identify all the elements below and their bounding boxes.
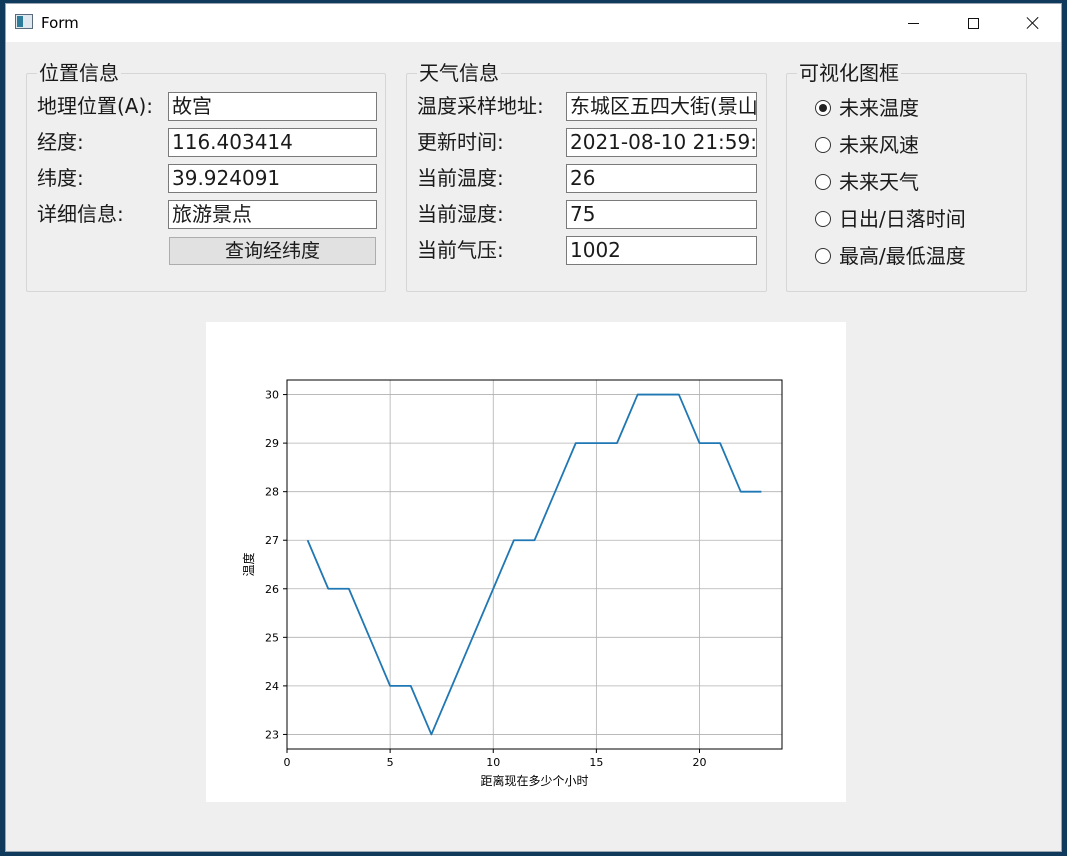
radio-sunrise-sunset[interactable]: 日出/日落时间	[815, 206, 966, 232]
radio-selected-icon	[815, 100, 831, 116]
plot-frame	[286, 379, 783, 750]
minimize-icon	[907, 22, 919, 24]
y-tick-label: 26	[265, 583, 279, 596]
radio-label: 最高/最低温度	[839, 244, 966, 268]
radio-label: 未来天气	[839, 170, 919, 194]
maximize-icon	[967, 17, 979, 29]
radio-label: 未来风速	[839, 133, 919, 157]
radio-label: 日出/日落时间	[839, 207, 966, 231]
y-axis-title: 温度	[241, 552, 256, 576]
temperature-line-chart: 0 5 10 15 20 23 24 25 26 27 28 29 30 距离现在多少个小时 温度	[241, 379, 783, 788]
address-input[interactable]: 东城区五四大街(景山	[566, 92, 757, 121]
radio-label: 未来温度	[839, 96, 919, 120]
x-tick-label: 10	[486, 756, 500, 769]
lat-input[interactable]: 39.924091	[168, 164, 377, 193]
radio-unselected-icon	[815, 137, 831, 153]
y-tick-label: 24	[265, 680, 279, 693]
detail-label: 详细信息:	[37, 202, 124, 226]
radio-max-min-temperature[interactable]: 最高/最低温度	[815, 243, 966, 269]
x-tick-label: 5	[387, 756, 394, 769]
query-coordinates-button[interactable]: 查询经纬度	[169, 237, 376, 265]
humidity-input[interactable]: 75	[566, 200, 757, 229]
temperature-series-line	[306, 393, 762, 736]
y-tick-label: 28	[265, 486, 279, 499]
weather-group-title: 天气信息	[417, 61, 501, 85]
maximize-button[interactable]	[943, 4, 1003, 42]
humidity-label: 当前湿度:	[417, 202, 504, 226]
chart-canvas: 0 5 10 15 20 23 24 25 26 27 28 29 30 距离现在多少个小时 温度	[206, 322, 846, 802]
lat-label: 纬度:	[37, 166, 84, 190]
location-group: 位置信息 地理位置(A): 故宫 经度: 116.403414 纬度: 39.9…	[26, 61, 386, 292]
update-time-label: 更新时间:	[417, 130, 504, 154]
app-icon	[15, 14, 33, 29]
pressure-input[interactable]: 1002	[566, 236, 757, 265]
y-tick-label: 30	[265, 389, 279, 402]
close-button[interactable]	[1003, 4, 1063, 42]
window-title: Form	[41, 14, 79, 32]
visualization-group-title: 可视化图框	[797, 61, 901, 85]
lng-label: 经度:	[37, 130, 84, 154]
y-tick-label: 25	[265, 631, 279, 644]
location-group-title: 位置信息	[37, 61, 121, 85]
lng-input[interactable]: 116.403414	[168, 128, 377, 157]
address-label: 温度采样地址:	[417, 94, 544, 118]
radio-future-temperature[interactable]: 未来温度	[815, 95, 919, 121]
y-tick-label: 27	[265, 534, 279, 547]
radio-unselected-icon	[815, 174, 831, 190]
temperature-label: 当前温度:	[417, 166, 504, 190]
radio-unselected-icon	[815, 211, 831, 227]
minimize-button[interactable]	[883, 4, 943, 42]
visualization-group: 可视化图框 未来温度 未来风速 未来天气 日出/日落时间 最高/最低温度	[786, 61, 1027, 292]
close-icon	[1026, 16, 1040, 30]
x-tick-label: 20	[693, 756, 707, 769]
x-tick-label: 0	[284, 756, 291, 769]
update-time-input[interactable]: 2021-08-10 21:59:46	[566, 128, 757, 157]
x-axis-title: 距离现在多少个小时	[480, 773, 588, 788]
y-tick-label: 23	[265, 728, 279, 741]
title-bar: Form	[6, 4, 1061, 42]
radio-future-wind-speed[interactable]: 未来风速	[815, 132, 919, 158]
weather-group: 天气信息 温度采样地址: 东城区五四大街(景山 更新时间: 2021-08-10…	[406, 61, 767, 292]
detail-input[interactable]: 旅游景点	[168, 200, 377, 229]
form-window: Form 位置信息 地理位置(A): 故宫 经度: 116.403414 纬度:…	[5, 3, 1062, 852]
y-tick-label: 29	[265, 437, 279, 450]
geo-label: 地理位置(A):	[37, 94, 154, 118]
radio-unselected-icon	[815, 248, 831, 264]
x-tick-label: 15	[589, 756, 603, 769]
pressure-label: 当前气压:	[417, 238, 504, 262]
temperature-input[interactable]: 26	[566, 164, 757, 193]
geo-input[interactable]: 故宫	[168, 92, 377, 121]
radio-future-weather[interactable]: 未来天气	[815, 169, 919, 195]
